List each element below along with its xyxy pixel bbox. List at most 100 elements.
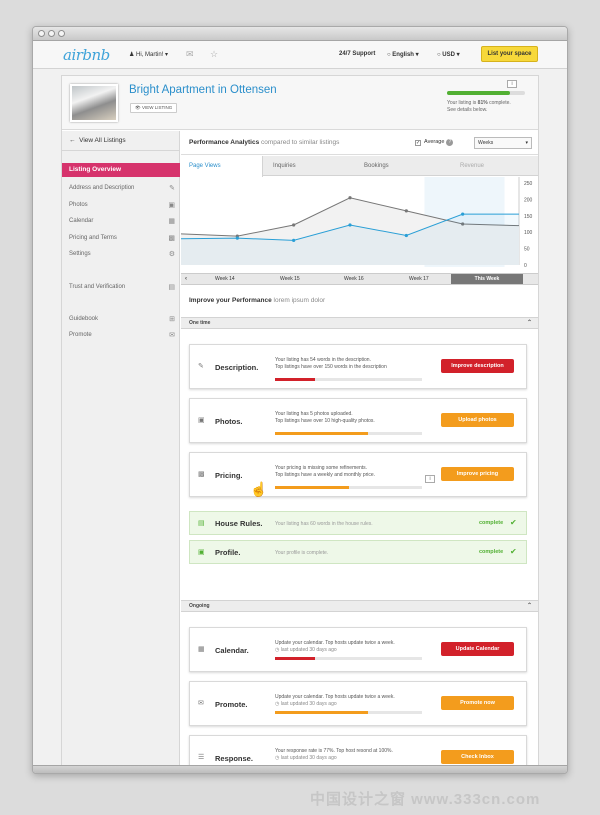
card-progress-fill xyxy=(275,711,368,714)
sidebar-item-label: Photos xyxy=(69,202,88,208)
star-icon[interactable]: ☆ xyxy=(210,49,218,60)
language-select[interactable]: ○ English ▾ xyxy=(387,51,419,58)
list-your-space-button[interactable]: List your space xyxy=(481,46,538,62)
week-label[interactable]: Week 16 xyxy=(344,274,364,284)
card-description-line: Your listing has 54 words in the descrip… xyxy=(275,357,371,363)
profile-card: ▣ Profile. Your profile is complete. com… xyxy=(189,540,527,564)
promote-card: ✉ Promote. Update your calendar. Top hos… xyxy=(189,681,527,726)
card-description-line: Top listings have a weekly and monthly p… xyxy=(275,472,376,478)
completeness-prefix: Your listing is xyxy=(447,100,478,106)
last-updated: ◷ last updated 30 days ago xyxy=(275,701,337,707)
one-time-section-header[interactable]: One time ⌃ xyxy=(181,317,538,329)
y-tick-label: 200 xyxy=(524,197,533,203)
calendar-card: ▦ Calendar. Update your calendar. Top ho… xyxy=(189,627,527,672)
info-icon[interactable]: i xyxy=(425,475,435,483)
card-description: Your listing has 5 photos uploaded. Top l… xyxy=(275,411,375,425)
card-progress-bar xyxy=(275,486,422,489)
view-listing-label: VIEW LISTING xyxy=(141,105,173,110)
card-description: Your listing has 60 words in the house r… xyxy=(275,521,373,527)
currency-label: USD xyxy=(442,52,455,58)
chevron-up-icon: ⌃ xyxy=(526,603,532,609)
card-description: Your pricing is missing some refinements… xyxy=(275,465,375,479)
house-rules-card: ▤ House Rules. Your listing has 60 words… xyxy=(189,511,527,535)
week-label[interactable]: Week 14 xyxy=(215,274,235,284)
promote-now-button[interactable]: Promote now xyxy=(441,696,514,710)
photo-icon: ▣ xyxy=(198,417,205,424)
sidebar-item-listing-overview[interactable]: Listing Overview xyxy=(62,163,180,177)
tab-revenue[interactable]: Revenue xyxy=(452,156,532,176)
sidebar-item-guidebook[interactable]: Guidebook ⊞ xyxy=(69,316,175,323)
improve-title-bold: Improve your Performance xyxy=(189,297,272,304)
period-select[interactable]: Weeks ▾ xyxy=(474,137,532,149)
minimize-window-icon[interactable] xyxy=(48,30,55,37)
main-content: Performance Analytics compared to simila… xyxy=(180,131,538,773)
tab-page-views[interactable]: Page Views xyxy=(181,156,263,177)
sidebar-item-calendar[interactable]: Calendar ▦ xyxy=(69,218,175,225)
listing-thumbnail[interactable] xyxy=(70,84,118,122)
card-progress-bar xyxy=(275,657,422,660)
y-tick-label: 50 xyxy=(524,247,530,253)
window-titlebar xyxy=(33,27,567,41)
listing-completeness-fill xyxy=(447,91,511,95)
listing-header: Bright Apartment in Ottensen 👁 VIEW LIST… xyxy=(62,76,538,130)
megaphone-icon: ✉ xyxy=(169,332,175,339)
currency-select[interactable]: ○ USD ▾ xyxy=(437,51,460,58)
average-point xyxy=(348,196,352,200)
last-updated-text: last updated 30 days ago xyxy=(280,647,337,653)
sidebar-item-trust[interactable]: Trust and Verification ▤ xyxy=(69,284,175,291)
page-views-point xyxy=(461,212,465,216)
close-window-icon[interactable] xyxy=(38,30,45,37)
week-label[interactable]: Week 17 xyxy=(409,274,429,284)
help-icon[interactable]: ? xyxy=(446,139,454,146)
improve-title-rest: lorem ipsum dolor xyxy=(271,297,326,304)
update-calendar-button[interactable]: Update Calendar xyxy=(441,642,514,656)
performance-title-rest: compared to similar listings xyxy=(259,139,340,146)
list-icon: ▤ xyxy=(198,520,205,527)
zoom-window-icon[interactable] xyxy=(58,30,65,37)
average-checkbox[interactable]: ✓ xyxy=(415,140,421,146)
mail-icon[interactable]: ✉ xyxy=(186,49,194,60)
sidebar-item-photos[interactable]: Photos ▣ xyxy=(69,202,175,209)
tab-inquiries[interactable]: Inquiries xyxy=(265,156,350,176)
view-listing-button[interactable]: 👁 VIEW LISTING xyxy=(130,103,178,113)
current-week-label[interactable]: This Week xyxy=(451,274,523,284)
ongoing-section-header[interactable]: Ongoing ⌃ xyxy=(181,600,538,612)
view-all-listings-link[interactable]: ← View All Listings xyxy=(62,131,180,151)
megaphone-icon: ✉ xyxy=(198,700,204,707)
previous-week-icon[interactable]: ‹ xyxy=(185,274,187,284)
sidebar-item-pricing[interactable]: Pricing and Terms ▩ xyxy=(69,235,175,242)
sidebar-item-settings[interactable]: Settings ⚙ xyxy=(69,251,175,258)
average-label: Average xyxy=(424,139,445,145)
chevron-up-icon: ⌃ xyxy=(526,320,532,326)
period-select-value: Weeks xyxy=(478,140,494,146)
sidebar-item-promote[interactable]: Promote ✉ xyxy=(69,332,175,339)
card-description-line: Top listings have over 150 words in the … xyxy=(275,364,387,370)
calendar-icon: ▦ xyxy=(168,218,175,225)
info-icon[interactable]: i xyxy=(507,80,517,88)
improve-title: Improve your Performance lorem ipsum dol… xyxy=(189,297,325,304)
sidebar-item-address[interactable]: Address and Description ✎ xyxy=(69,185,175,192)
card-progress-bar xyxy=(275,432,422,435)
week-label[interactable]: Week 15 xyxy=(280,274,300,284)
card-description-line: Your listing has 5 photos uploaded. xyxy=(275,411,353,417)
check-inbox-button[interactable]: Check Inbox xyxy=(441,750,514,764)
edit-icon: ✎ xyxy=(169,185,175,192)
page-views-point xyxy=(404,233,408,238)
tab-bookings[interactable]: Bookings xyxy=(356,156,441,176)
average-toggle[interactable]: ✓ Average? xyxy=(415,139,454,146)
upload-photos-button[interactable]: Upload photos xyxy=(441,413,514,427)
y-tick-label: 150 xyxy=(524,214,533,220)
average-point xyxy=(292,223,296,227)
card-title: House Rules. xyxy=(215,519,263,528)
watermark: 中国设计之窗 www.333cn.com xyxy=(310,791,541,808)
book-icon: ⊞ xyxy=(169,316,175,323)
sidebar-item-label: Address and Description xyxy=(69,185,135,191)
user-menu[interactable]: ♟ Hi, Martin! ▾ xyxy=(129,51,168,58)
chevron-down-icon: ▾ xyxy=(525,140,528,146)
improve-description-button[interactable]: Improve description xyxy=(441,359,514,373)
profile-icon: ▣ xyxy=(198,549,205,556)
support-link[interactable]: 24/7 Support xyxy=(339,51,375,57)
airbnb-logo[interactable]: airbnb xyxy=(63,46,110,64)
browser-window: airbnb ♟ Hi, Martin! ▾ ✉ ☆ 24/7 Support … xyxy=(32,26,568,774)
improve-pricing-button[interactable]: Improve pricing xyxy=(441,467,514,481)
